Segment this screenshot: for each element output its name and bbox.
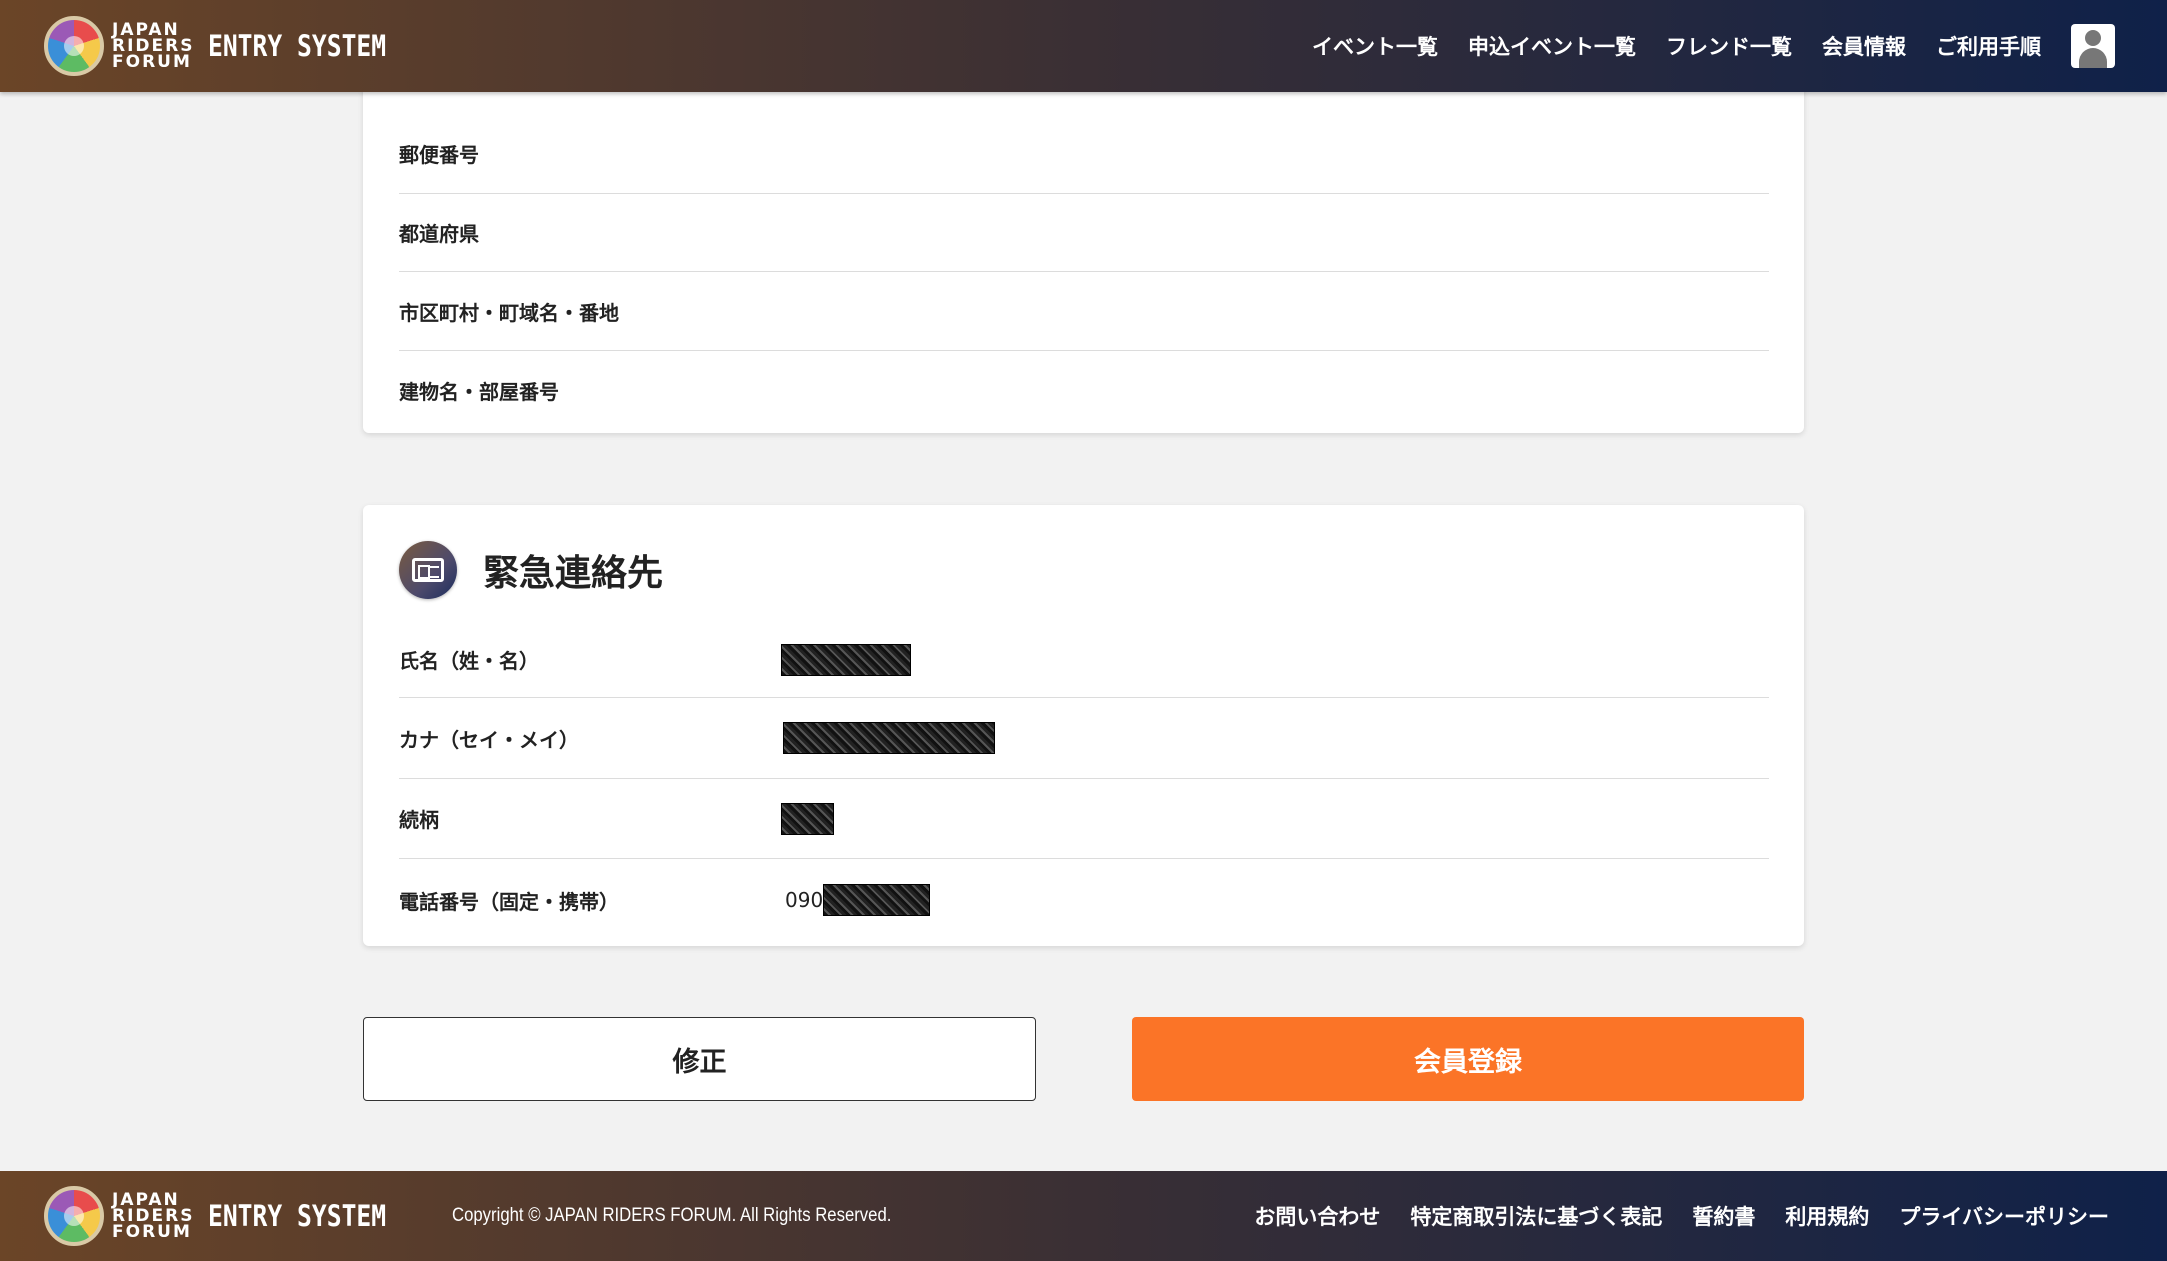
main-nav: イベント一覧 申込イベント一覧 フレンド一覧 会員情報 ご利用手順 <box>1282 24 2115 68</box>
contact-kana-value <box>781 722 995 754</box>
register-member-button[interactable]: 会員登録 <box>1132 1017 1804 1101</box>
address-card: 郵便番号 都道府県 市区町村・町域名・番地 建物名・部屋番号 <box>363 14 1804 433</box>
redacted-value <box>781 643 911 676</box>
brand-logo-link[interactable]: JAPAN RIDERS FORUM ENTRY SYSTEM <box>44 16 418 76</box>
brand-line-forum: FORUM <box>112 1222 192 1242</box>
nav-friend-list[interactable]: フレンド一覧 <box>1666 31 1792 61</box>
prefecture-row: 都道府県 <box>399 193 1769 272</box>
nav-applied-events[interactable]: 申込イベント一覧 <box>1468 31 1636 61</box>
city-address-row: 市区町村・町域名・番地 <box>399 272 1769 351</box>
brand-line-forum: FORUM <box>112 52 192 72</box>
nav-event-list[interactable]: イベント一覧 <box>1312 31 1438 61</box>
brand-wordmark: JAPAN RIDERS FORUM <box>112 1192 194 1242</box>
brand-entry-system: ENTRY SYSTEM <box>208 29 387 63</box>
prefecture-label: 都道府県 <box>399 221 479 246</box>
logo-emblem-icon <box>44 1186 104 1246</box>
footer-link-privacy[interactable]: プライバシーポリシー <box>1899 1201 2109 1231</box>
site-footer: JAPAN RIDERS FORUM ENTRY SYSTEM Copyrigh… <box>0 1171 2167 1261</box>
nav-usage-guide[interactable]: ご利用手順 <box>1936 31 2041 61</box>
footer-link-commercial-law[interactable]: 特定商取引法に基づく表記 <box>1410 1201 1662 1231</box>
emergency-contact-card: 緊急連絡先 氏名（姓・名） カナ（セイ・メイ） 続柄 電話番号（固定・携帯） 0… <box>363 505 1804 946</box>
redacted-value <box>783 722 995 754</box>
phone-prefix: 090 <box>785 888 824 912</box>
user-avatar-icon[interactable] <box>2071 24 2115 68</box>
footer-link-terms[interactable]: 利用規約 <box>1785 1201 1869 1231</box>
redacted-value <box>823 884 931 916</box>
relationship-value <box>781 802 834 835</box>
card-title: 緊急連絡先 <box>399 541 663 599</box>
contact-kana-label: カナ（セイ・メイ） <box>399 727 579 752</box>
contact-name-row: 氏名（姓・名） <box>399 622 1769 698</box>
phone-row: 電話番号（固定・携帯） 090 <box>399 859 1769 941</box>
city-address-label: 市区町村・町域名・番地 <box>399 300 619 325</box>
contact-name-label: 氏名（姓・名） <box>399 649 539 673</box>
contact-kana-row: カナ（セイ・メイ） <box>399 698 1769 779</box>
contact-name-value <box>781 643 911 676</box>
footer-links: お問い合わせ 特定商取引法に基づく表記 誓約書 利用規約 プライバシーポリシー <box>1224 1201 2109 1231</box>
footer-link-pledge[interactable]: 誓約書 <box>1692 1201 1755 1231</box>
phone-label: 電話番号（固定・携帯） <box>399 889 619 914</box>
site-header: JAPAN RIDERS FORUM ENTRY SYSTEM イベント一覧 申… <box>0 0 2167 92</box>
redacted-value <box>781 802 834 835</box>
id-card-icon <box>399 541 457 599</box>
brand-entry-system: ENTRY SYSTEM <box>208 1199 387 1233</box>
relationship-row: 続柄 <box>399 779 1769 859</box>
building-room-label: 建物名・部屋番号 <box>399 380 559 404</box>
logo-emblem-icon <box>44 16 104 76</box>
brand-wordmark: JAPAN RIDERS FORUM <box>112 22 194 72</box>
edit-button[interactable]: 修正 <box>363 1017 1036 1101</box>
relationship-label: 続柄 <box>399 808 439 832</box>
footer-brand-logo[interactable]: JAPAN RIDERS FORUM ENTRY SYSTEM <box>44 1186 418 1246</box>
nav-member-info[interactable]: 会員情報 <box>1822 31 1906 61</box>
emergency-contact-title: 緊急連絡先 <box>483 553 664 594</box>
postal-code-label: 郵便番号 <box>399 143 479 167</box>
building-room-row: 建物名・部屋番号 <box>399 351 1769 430</box>
postal-code-row: 郵便番号 <box>399 114 1769 194</box>
footer-link-contact[interactable]: お問い合わせ <box>1254 1201 1380 1231</box>
copyright-text: Copyright © JAPAN RIDERS FORUM. All Righ… <box>452 1205 892 1226</box>
phone-value: 090 <box>781 884 931 916</box>
